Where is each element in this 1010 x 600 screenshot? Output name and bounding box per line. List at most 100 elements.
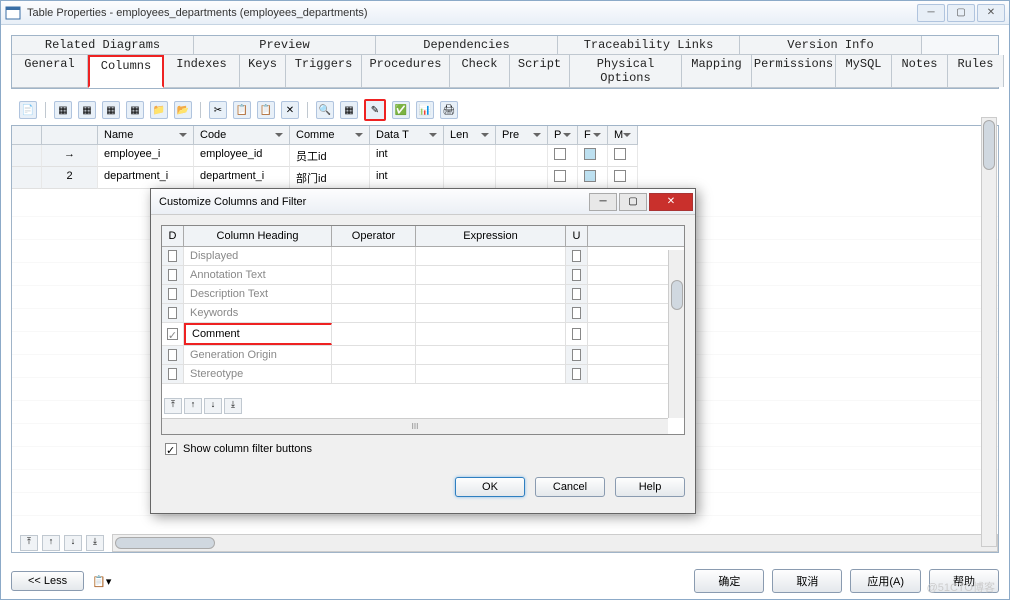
tab-keys[interactable]: Keys xyxy=(240,55,286,87)
dialog-help-button[interactable]: Help xyxy=(615,477,685,497)
fcol-d[interactable]: D xyxy=(162,226,184,246)
cell-f[interactable] xyxy=(578,167,608,189)
dialog-v-scrollbar[interactable] xyxy=(668,250,684,418)
copy-icon[interactable]: 📋 xyxy=(233,101,251,119)
close-button[interactable]: ✕ xyxy=(977,4,1005,22)
cell-length[interactable] xyxy=(444,145,496,167)
vertical-scrollbar[interactable] xyxy=(981,117,997,547)
tb-icon[interactable]: ▦ xyxy=(54,101,72,119)
col-m[interactable]: M xyxy=(608,126,638,145)
delete-icon[interactable]: ✕ xyxy=(281,101,299,119)
tab-related-diagrams[interactable]: Related Diagrams xyxy=(12,36,194,54)
tb-icon[interactable]: 📄 xyxy=(19,101,37,119)
tb-icon[interactable]: ▦ xyxy=(340,101,358,119)
checkbox[interactable] xyxy=(572,368,581,380)
apply-button[interactable]: 应用(A) xyxy=(850,569,921,593)
nav-up-icon[interactable]: ↑ xyxy=(42,535,60,551)
tab-columns[interactable]: Columns xyxy=(88,55,164,88)
customize-columns-icon[interactable]: ✎ xyxy=(364,99,386,121)
checkbox[interactable] xyxy=(572,307,581,319)
checkbox[interactable] xyxy=(572,288,581,300)
checkbox[interactable] xyxy=(572,349,581,361)
cell-f[interactable] xyxy=(578,145,608,167)
checkbox[interactable] xyxy=(572,328,581,340)
print-icon[interactable]: 🖨 xyxy=(440,101,458,119)
cell-length[interactable] xyxy=(444,167,496,189)
ok-button[interactable]: 确定 xyxy=(694,569,764,593)
tab-mysql[interactable]: MySQL xyxy=(836,55,892,87)
fcol-expression[interactable]: Expression xyxy=(416,226,566,246)
cell-precision[interactable] xyxy=(496,167,548,189)
show-filter-checkbox[interactable]: ✓ xyxy=(165,443,177,455)
tab-rules[interactable]: Rules xyxy=(948,55,1004,87)
fcol-operator[interactable]: Operator xyxy=(332,226,416,246)
filter-label[interactable]: Keywords xyxy=(184,304,332,322)
tab-triggers[interactable]: Triggers xyxy=(286,55,362,87)
tab-permissions[interactable]: Permissions xyxy=(752,55,836,87)
tb-icon[interactable]: ▦ xyxy=(102,101,120,119)
checkbox[interactable] xyxy=(168,307,177,319)
col-f[interactable]: F xyxy=(578,126,608,145)
tab-preview[interactable]: Preview xyxy=(194,36,376,54)
cell-comment[interactable]: 员工id xyxy=(290,145,370,167)
cell-name[interactable]: department_i xyxy=(98,167,194,189)
row-handle[interactable] xyxy=(12,145,42,167)
tb-icon[interactable]: 📂 xyxy=(174,101,192,119)
nav-bottom-icon[interactable]: ⤓ xyxy=(86,535,104,551)
checkbox[interactable] xyxy=(572,269,581,281)
col-name[interactable]: Name xyxy=(98,126,194,145)
cell-p[interactable] xyxy=(548,145,578,167)
checkbox[interactable] xyxy=(168,269,177,281)
checkbox[interactable] xyxy=(168,368,177,380)
dialog-ok-button[interactable]: OK xyxy=(455,477,525,497)
tab-general[interactable]: General xyxy=(12,55,88,87)
cancel-button[interactable]: 取消 xyxy=(772,569,842,593)
col-comment[interactable]: Comme xyxy=(290,126,370,145)
tab-notes[interactable]: Notes xyxy=(892,55,948,87)
filter-label[interactable]: Generation Origin xyxy=(184,346,332,364)
filter-label[interactable]: Stereotype xyxy=(184,365,332,383)
tab-traceability[interactable]: Traceability Links xyxy=(558,36,740,54)
tab-version-info[interactable]: Version Info xyxy=(740,36,922,54)
checkbox-checked[interactable]: ✓ xyxy=(167,328,178,340)
footer-icon[interactable]: 📋▾ xyxy=(92,575,111,588)
paste-icon[interactable]: 📋 xyxy=(257,101,275,119)
col-code[interactable]: Code xyxy=(194,126,290,145)
cell-m[interactable] xyxy=(608,145,638,167)
tab-mapping[interactable]: Mapping xyxy=(682,55,752,87)
dialog-close-button[interactable]: ✕ xyxy=(649,193,693,211)
nav-bottom-icon[interactable]: ⤓ xyxy=(224,398,242,414)
nav-down-icon[interactable]: ↓ xyxy=(204,398,222,414)
cell-m[interactable] xyxy=(608,167,638,189)
nav-up-icon[interactable]: ↑ xyxy=(184,398,202,414)
fcol-heading[interactable]: Column Heading xyxy=(184,226,332,246)
checkbox[interactable] xyxy=(572,250,581,262)
tab-physical-options[interactable]: Physical Options xyxy=(570,55,682,87)
cell-precision[interactable] xyxy=(496,145,548,167)
filter-label[interactable]: Description Text xyxy=(184,285,332,303)
col-length[interactable]: Len xyxy=(444,126,496,145)
row-handle[interactable] xyxy=(12,167,42,189)
dialog-h-scrollbar[interactable]: III xyxy=(162,418,668,434)
checkbox[interactable] xyxy=(168,349,177,361)
cell-comment[interactable]: 部门id xyxy=(290,167,370,189)
cut-icon[interactable]: ✂ xyxy=(209,101,227,119)
tb-icon[interactable]: ✅ xyxy=(392,101,410,119)
maximize-button[interactable]: ▢ xyxy=(947,4,975,22)
tab-check[interactable]: Check xyxy=(450,55,510,87)
checkbox[interactable] xyxy=(168,288,177,300)
find-icon[interactable]: 🔍 xyxy=(316,101,334,119)
tab-procedures[interactable]: Procedures xyxy=(362,55,450,87)
col-precision[interactable]: Pre xyxy=(496,126,548,145)
filter-label[interactable]: Annotation Text xyxy=(184,266,332,284)
checkbox[interactable] xyxy=(168,250,177,262)
col-datatype[interactable]: Data T xyxy=(370,126,444,145)
tab-indexes[interactable]: Indexes xyxy=(164,55,240,87)
dialog-maximize-button[interactable]: ▢ xyxy=(619,193,647,211)
minimize-button[interactable]: ─ xyxy=(917,4,945,22)
cell-name[interactable]: employee_i xyxy=(98,145,194,167)
dialog-cancel-button[interactable]: Cancel xyxy=(535,477,605,497)
excel-icon[interactable]: 📊 xyxy=(416,101,434,119)
cell-datatype[interactable]: int xyxy=(370,145,444,167)
nav-top-icon[interactable]: ⤒ xyxy=(164,398,182,414)
